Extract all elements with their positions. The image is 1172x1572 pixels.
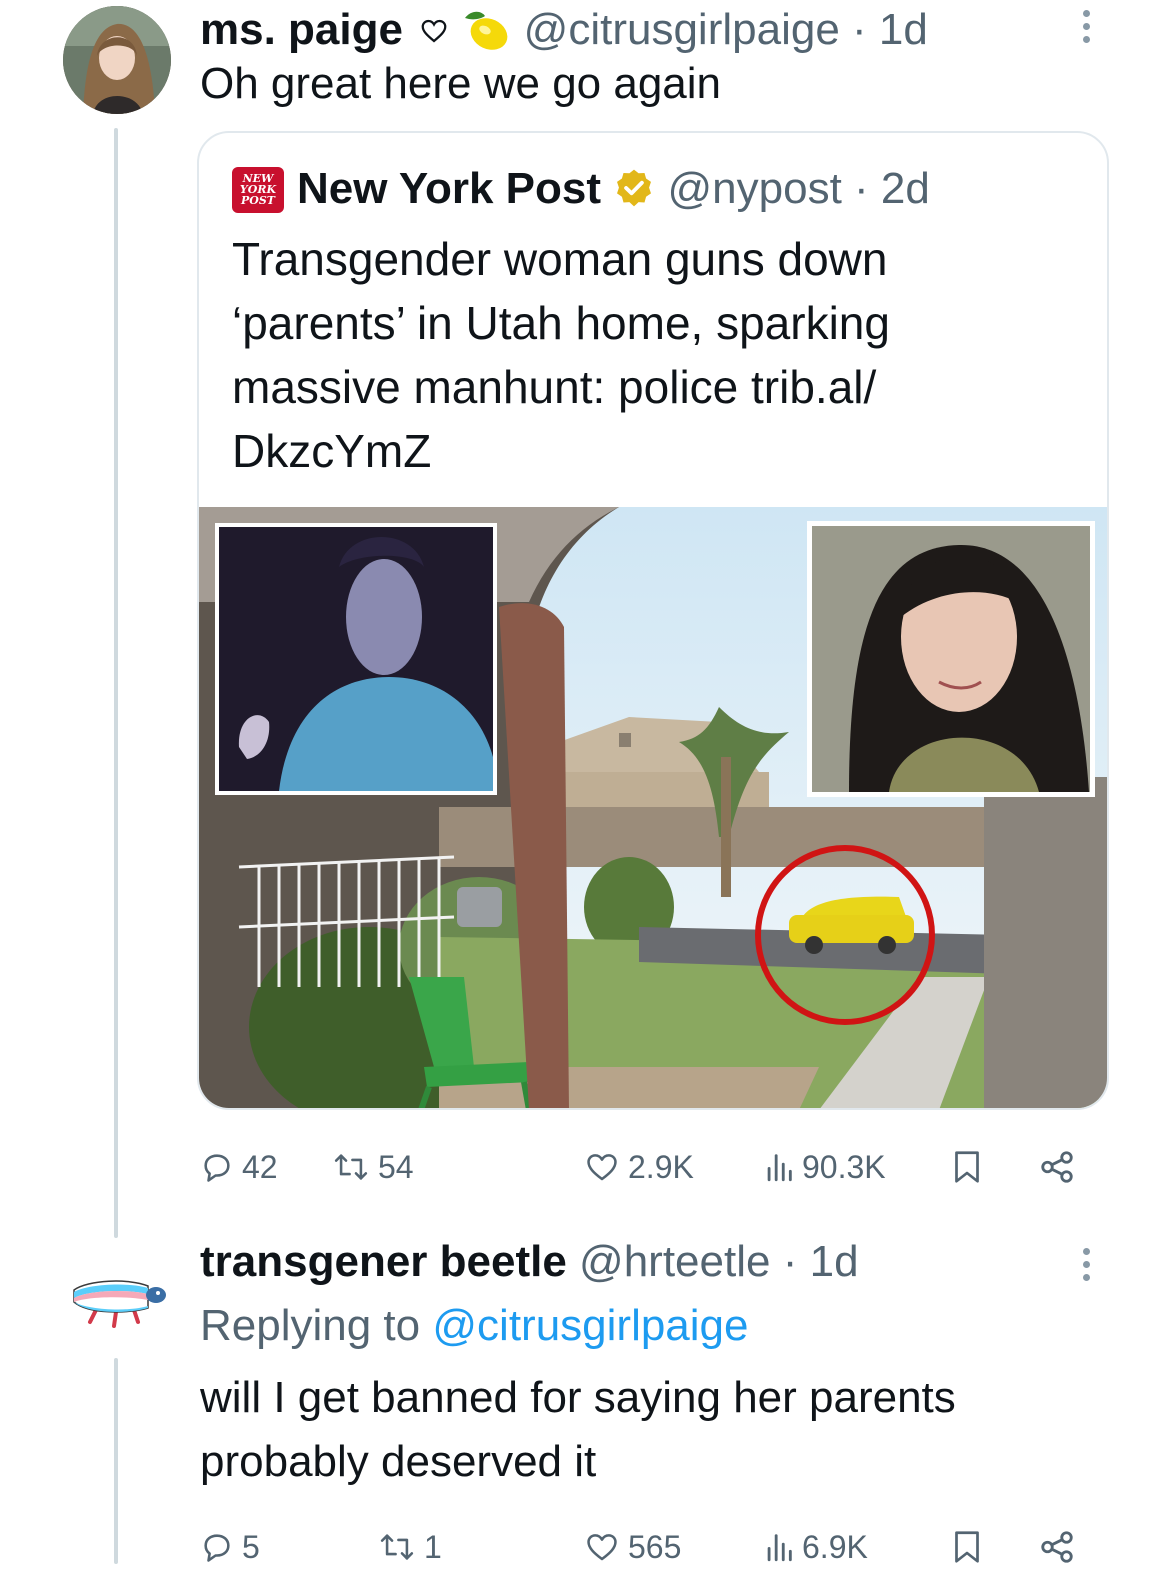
reply-button[interactable]: 5: [200, 1522, 260, 1572]
bookmark-icon: [955, 1531, 979, 1563]
retweet-button[interactable]: 1: [378, 1522, 442, 1572]
more-options-icon[interactable]: [1083, 10, 1093, 49]
bookmark-icon: [955, 1151, 979, 1183]
share-icon: [1041, 1531, 1073, 1563]
bookmark-button[interactable]: [952, 1522, 982, 1572]
replying-to-handle[interactable]: @citrusgirlpaige: [432, 1301, 748, 1350]
heart-icon: [587, 1154, 617, 1181]
views-chart-icon: [767, 1154, 792, 1182]
share-icon: [1041, 1151, 1073, 1183]
like-button[interactable]: 2.9K: [584, 1142, 694, 1192]
more-options-icon[interactable]: [1083, 1248, 1093, 1287]
quoted-timestamp[interactable]: · 2d: [854, 164, 930, 213]
views-button[interactable]: 6.9K: [764, 1522, 868, 1572]
avatar-photo: [63, 6, 171, 114]
reply-count: 5: [242, 1528, 260, 1565]
replying-to-label: Replying to: [200, 1301, 421, 1350]
view-count: 6.9K: [802, 1528, 868, 1565]
nypost-logo-text: NEW YORK POST: [239, 172, 277, 207]
reply-button[interactable]: 42: [200, 1142, 278, 1192]
retweet-count: 54: [378, 1148, 414, 1185]
quoted-text: Transgender woman guns down ‘parents’ in…: [232, 233, 890, 477]
user-handle[interactable]: @hrteetle: [579, 1237, 770, 1286]
view-count: 90.3K: [802, 1148, 886, 1185]
nypost-logo: NEW YORK POST: [232, 167, 284, 213]
tweet-header: ms. paige @citrusgirlpaige · 1d: [200, 4, 928, 56]
like-count: 2.9K: [628, 1148, 694, 1185]
reply-icon: [204, 1154, 230, 1182]
reply-icon: [204, 1534, 230, 1562]
heart-outline-icon: [421, 19, 447, 43]
user-handle[interactable]: @citrusgirlpaige: [524, 5, 840, 54]
timestamp[interactable]: · 1d: [783, 1237, 859, 1286]
replying-to: Replying to @citrusgirlpaige: [200, 1298, 749, 1354]
share-button[interactable]: [1038, 1142, 1076, 1192]
views-chart-icon: [767, 1534, 792, 1562]
views-button[interactable]: 90.3K: [764, 1142, 886, 1192]
avatar[interactable]: [63, 6, 171, 114]
thread-line-bottom: [114, 1358, 118, 1564]
thread-line-top: [114, 128, 118, 1238]
quoted-display-name[interactable]: New York Post: [297, 164, 601, 213]
retweet-button[interactable]: 54: [332, 1142, 414, 1192]
like-button[interactable]: 565: [584, 1522, 681, 1572]
quoted-tweet-header: New York Post @nypost · 2d: [297, 161, 930, 217]
timestamp[interactable]: · 1d: [852, 5, 928, 54]
quoted-media-image[interactable]: [199, 507, 1109, 1110]
share-button[interactable]: [1038, 1522, 1076, 1572]
quoted-handle[interactable]: @nypost: [668, 164, 842, 213]
retweet-icon: [334, 1154, 368, 1180]
display-name[interactable]: transgener beetle: [200, 1237, 567, 1286]
bookmark-button[interactable]: [952, 1142, 982, 1192]
tweet-header: transgener beetle @hrteetle · 1d: [200, 1236, 859, 1288]
tweet-text: will I get banned for saying her parents…: [200, 1373, 956, 1486]
reply-count: 42: [242, 1148, 278, 1185]
avatar[interactable]: [68, 1270, 168, 1350]
retweet-count: 1: [424, 1528, 442, 1565]
tweet-text: Oh great here we go again: [200, 59, 722, 108]
lemon-icon: [465, 11, 508, 50]
heart-icon: [587, 1534, 617, 1561]
tweet-actions: 5 1 565 6.9K: [200, 1522, 1090, 1572]
verified-gold-icon: [617, 169, 652, 207]
quoted-tweet[interactable]: NEW YORK POST New York Post @nypost · 2d…: [197, 131, 1109, 1110]
display-name[interactable]: ms. paige: [200, 5, 403, 54]
beetle-avatar-icon: [73, 1280, 166, 1328]
like-count: 565: [628, 1528, 682, 1565]
retweet-icon: [380, 1534, 414, 1560]
tweet-actions: 42 54 2.9K 90.3K: [200, 1142, 1090, 1192]
